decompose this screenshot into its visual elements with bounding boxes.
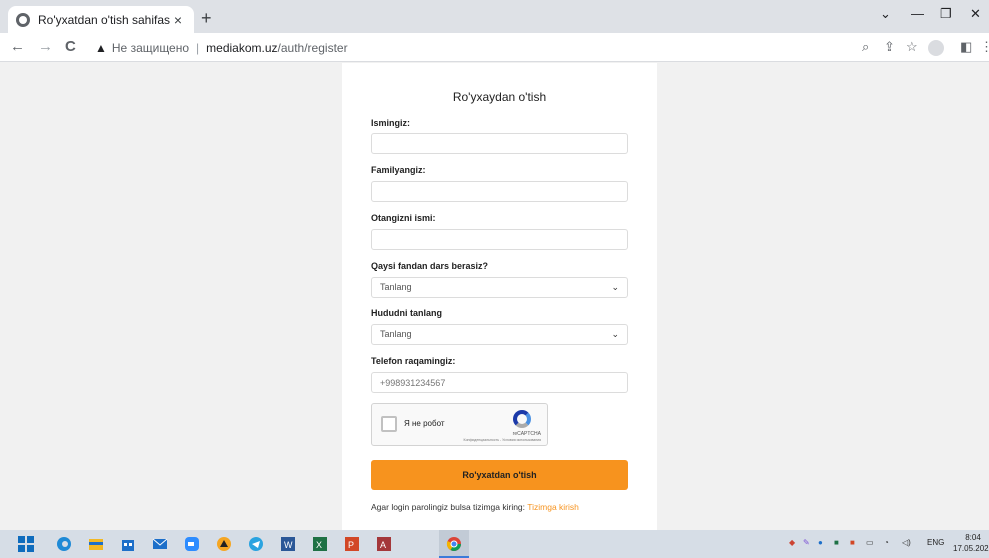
tray-app-icon[interactable]: ◆ <box>789 538 795 547</box>
login-hint-text: Agar login parolingiz bulsa tizimga kiri… <box>371 502 528 512</box>
phone-label: Telefon raqamingiz: <box>371 356 456 366</box>
warning-icon: ▲ <box>95 41 107 55</box>
back-button[interactable]: ← <box>10 38 25 56</box>
last-name-input[interactable] <box>371 181 628 202</box>
tab-title: Ro'yxatdan o'tish sahifasi <box>38 12 170 27</box>
minimize-button[interactable]: — <box>911 6 924 21</box>
form-title: Ro'yxaydan o'tish <box>452 90 547 104</box>
tab-search-icon[interactable]: ⌄ <box>880 6 891 22</box>
register-submit-button[interactable]: Ro'yxatdan o'tish <box>371 460 628 490</box>
recaptcha-label: Я не робот <box>404 419 445 428</box>
recaptcha-checkbox[interactable] <box>381 416 397 432</box>
url-path: /auth/register <box>277 41 348 55</box>
windows-taskbar: W X P A ◆ ✎ ● ■ ■ ▭ ◔ ◁) ENG 8:04 17.05.… <box>0 530 989 558</box>
volume-icon[interactable]: ◁) <box>902 538 911 547</box>
svg-text:P: P <box>348 540 354 550</box>
tray-network-icon[interactable]: ▭ <box>866 538 874 547</box>
insecure-label[interactable]: Не защищено <box>112 41 189 55</box>
region-label: Hududni tanlang <box>371 308 442 318</box>
new-tab-button[interactable]: + <box>201 9 212 27</box>
profile-avatar-icon[interactable] <box>928 40 944 56</box>
url-host: mediakom.uz <box>206 41 278 55</box>
address-bar[interactable]: ▲ Не защищено | mediakom.uz /auth/regist… <box>95 37 855 59</box>
recaptcha-brand: reCAPTCHA <box>512 431 541 437</box>
subject-select[interactable]: Tanlang ⌄ <box>371 277 628 298</box>
subject-label: Qaysi fandan dars berasiz? <box>371 261 489 271</box>
taskbar-clock[interactable]: 8:04 17.05.2022 <box>953 532 989 554</box>
last-name-label: Familyangiz: <box>371 165 426 175</box>
zoom-icon[interactable]: ⌕ <box>862 40 869 54</box>
patronymic-label: Otangizni ismi: <box>371 213 436 223</box>
tray-nvidia-icon[interactable]: ■ <box>834 538 839 547</box>
wifi-icon[interactable]: ◔ <box>884 538 889 547</box>
powerpoint-icon[interactable]: P <box>344 536 360 552</box>
language-indicator[interactable]: ENG <box>927 538 944 547</box>
forward-button[interactable]: → <box>38 38 53 56</box>
first-name-input[interactable] <box>371 133 628 154</box>
share-icon[interactable]: ⇪ <box>884 40 895 54</box>
browser-tab[interactable]: Ro'yxatdan o'tish sahifasi × <box>8 6 194 33</box>
svg-text:A: A <box>380 540 386 550</box>
phone-input[interactable] <box>371 372 628 393</box>
login-hint: Agar login parolingiz bulsa tizimga kiri… <box>371 502 579 512</box>
browser-tab-strip: Ro'yxatdan o'tish sahifasi × + ⌄ — ❐ ✕ <box>0 0 989 33</box>
recaptcha-terms-link[interactable]: Конфиденциальность - Условия использован… <box>464 438 541 442</box>
patronymic-input[interactable] <box>371 229 628 250</box>
tray-pen-icon[interactable]: ✎ <box>803 538 810 547</box>
address-separator: | <box>196 41 200 55</box>
recaptcha-widget: Я не робот reCAPTCHA Конфиденциальность … <box>371 403 548 446</box>
login-link[interactable]: Tizimga kirish <box>527 502 579 512</box>
telegram-icon[interactable] <box>248 536 264 552</box>
region-select[interactable]: Tanlang ⌄ <box>371 324 628 345</box>
tray-security-icon[interactable]: ● <box>818 538 823 547</box>
chevron-down-icon: ⌄ <box>611 282 619 292</box>
store-icon[interactable] <box>120 536 136 552</box>
menu-icon[interactable]: ⋮ <box>980 40 989 54</box>
tab-close-button[interactable]: × <box>170 12 186 28</box>
word-icon[interactable]: W <box>280 536 296 552</box>
chevron-down-icon: ⌄ <box>611 329 619 339</box>
bookmark-star-icon[interactable]: ☆ <box>906 40 918 54</box>
recaptcha-logo-icon <box>513 410 531 428</box>
windows-start-icon[interactable] <box>18 536 34 552</box>
svg-text:X: X <box>316 540 322 550</box>
clock-date: 17.05.2022 <box>953 544 989 553</box>
file-explorer-icon[interactable] <box>88 536 104 552</box>
reload-button[interactable]: C <box>65 38 76 56</box>
subject-selected-value: Tanlang <box>380 282 412 292</box>
zoom-app-icon[interactable] <box>184 536 200 552</box>
page-viewport: Ro'yxaydan o'tish Ismingiz: Familyangiz:… <box>0 63 989 530</box>
chrome-icon[interactable] <box>446 536 462 552</box>
access-icon[interactable]: A <box>376 536 392 552</box>
svg-text:W: W <box>284 540 293 550</box>
mail-icon[interactable] <box>152 536 168 552</box>
app-triangle-icon[interactable] <box>216 536 232 552</box>
tray-update-icon[interactable]: ■ <box>850 538 855 547</box>
excel-icon[interactable]: X <box>312 536 328 552</box>
side-panel-icon[interactable]: ◧ <box>960 40 972 54</box>
region-selected-value: Tanlang <box>380 329 412 339</box>
register-card: Ro'yxaydan o'tish Ismingiz: Familyangiz:… <box>342 63 657 530</box>
browser-toolbar: ← → C ▲ Не защищено | mediakom.uz /auth/… <box>0 33 989 62</box>
clock-time: 8:04 <box>965 533 981 542</box>
edge-icon[interactable] <box>56 536 72 552</box>
close-window-button[interactable]: ✕ <box>970 6 981 22</box>
restore-button[interactable]: ❐ <box>940 6 952 22</box>
globe-icon <box>16 12 30 27</box>
first-name-label: Ismingiz: <box>371 118 411 128</box>
